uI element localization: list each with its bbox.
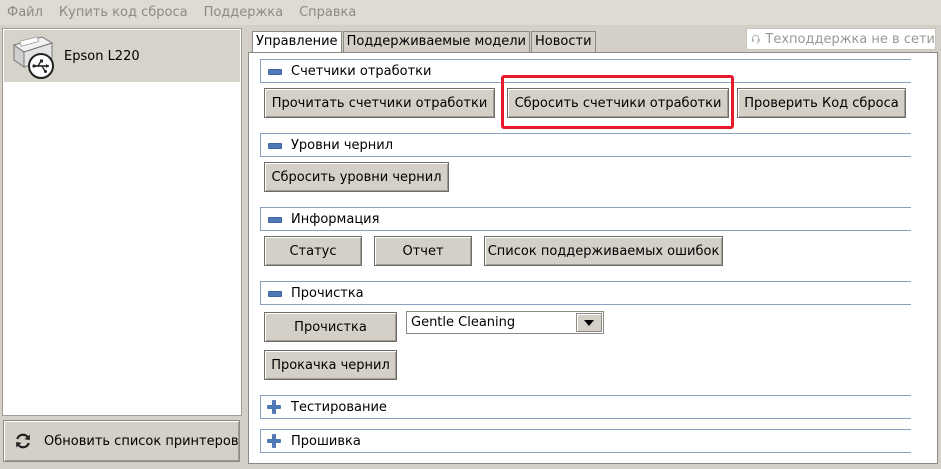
section-counters-title: Счетчики отработки <box>291 63 432 79</box>
tab-bar: Управление Поддерживаемые модели Новости <box>252 31 597 54</box>
check-reset-code-button[interactable]: Проверить Код сброса <box>737 88 906 118</box>
cleaning-mode-select[interactable]: Gentle Cleaning <box>406 311 604 334</box>
expand-icon <box>267 434 281 448</box>
supported-errors-button[interactable]: Список поддерживаемых ошибок <box>484 236 723 266</box>
printer-list: Epson L220 <box>2 28 242 416</box>
section-info-header[interactable]: Информация <box>260 207 911 231</box>
collapse-icon <box>267 138 282 152</box>
section-firmware-header[interactable]: Прошивка <box>260 429 911 453</box>
collapse-icon <box>267 64 282 78</box>
read-counters-button[interactable]: Прочитать счетчики отработки <box>264 88 495 118</box>
report-button[interactable]: Отчет <box>374 236 472 266</box>
printer-list-item[interactable]: Epson L220 <box>4 30 240 82</box>
menu-support[interactable]: Поддержка <box>204 5 284 20</box>
expand-icon <box>267 400 281 414</box>
menu-bar: Файл Купить код сброса Поддержка Справка <box>0 0 941 25</box>
menu-file[interactable]: Файл <box>7 5 43 20</box>
section-cleaning-header[interactable]: Прочистка <box>260 281 911 305</box>
printer-name: Epson L220 <box>64 48 140 64</box>
refresh-printers-label: Обновить список принтеров <box>44 433 239 449</box>
ink-flush-button[interactable]: Прокачка чернил <box>264 350 397 380</box>
headset-icon <box>751 34 760 44</box>
support-status[interactable]: Техподдержка не в сети <box>746 28 936 50</box>
menu-help[interactable]: Справка <box>299 5 356 20</box>
section-ink-header[interactable]: Уровни чернил <box>260 133 911 157</box>
collapse-icon <box>267 286 282 300</box>
dropdown-arrow-icon[interactable] <box>576 313 602 332</box>
support-status-label: Техподдержка не в сети <box>765 31 935 47</box>
section-testing-title: Тестирование <box>291 399 387 415</box>
section-counters-header[interactable]: Счетчики отработки <box>260 59 911 83</box>
tab-supported-models[interactable]: Поддерживаемые модели <box>342 31 531 53</box>
cleaning-button[interactable]: Прочистка <box>264 312 397 342</box>
status-button[interactable]: Статус <box>264 236 362 266</box>
collapse-icon <box>267 212 282 226</box>
cleaning-mode-value: Gentle Cleaning <box>411 315 516 330</box>
refresh-printers-button[interactable]: Обновить список принтеров <box>3 420 240 462</box>
tab-news[interactable]: Новости <box>531 31 596 53</box>
section-info-title: Информация <box>291 211 380 227</box>
reset-counters-button[interactable]: Сбросить счетчики отработки <box>507 88 729 118</box>
reset-ink-levels-button[interactable]: Сбросить уровни чернил <box>264 162 449 192</box>
control-panel: Счетчики отработки Прочитать счетчики от… <box>248 52 938 464</box>
menu-buy-reset-code[interactable]: Купить код сброса <box>59 5 188 20</box>
section-cleaning-title: Прочистка <box>291 285 364 301</box>
refresh-icon <box>16 433 30 449</box>
tab-control[interactable]: Управление <box>252 31 342 54</box>
section-ink-title: Уровни чернил <box>291 137 394 153</box>
section-testing-header[interactable]: Тестирование <box>260 395 911 419</box>
usb-printer-icon <box>12 36 54 79</box>
section-firmware-title: Прошивка <box>291 433 361 449</box>
